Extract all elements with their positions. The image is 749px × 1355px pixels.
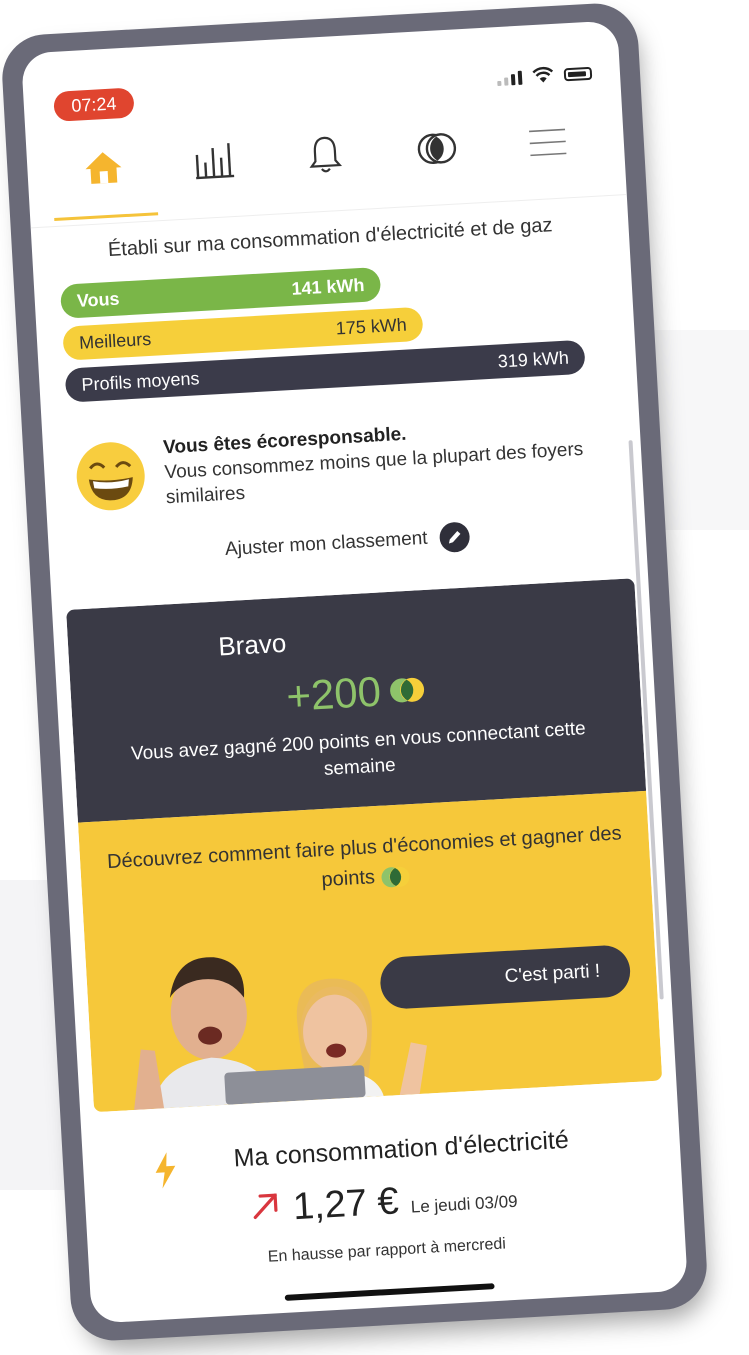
trend-up-arrow-icon [253, 1193, 278, 1219]
main-content: Établi sur ma consommation d'électricité… [31, 207, 686, 1287]
consumption-title: Ma consommation d'électricité [232, 1125, 570, 1173]
electricity-consumption[interactable]: Ma consommation d'électricité 1,27 € Le … [106, 1081, 660, 1285]
bell-icon [309, 136, 343, 173]
reward-title: Bravo [217, 627, 288, 662]
nav-home[interactable] [61, 130, 145, 204]
consumption-note: En hausse par rapport à mercredi [267, 1235, 507, 1266]
coin-icon [381, 866, 410, 887]
reward-promo: Découvrez comment faire plus d'économies… [77, 790, 663, 1113]
phone-frame: 07:24 Établi sur ma consommation d'élect… [0, 1, 710, 1343]
bar-profils-value: 319 kWh [497, 347, 570, 372]
reward-card: Bravo +200 Vous avez gagné 200 points en… [66, 578, 663, 1113]
signal-icon [497, 69, 523, 87]
hamburger-menu-icon [529, 128, 567, 157]
happy-couple-illustration [134, 957, 427, 1110]
nav-menu[interactable] [506, 105, 590, 179]
bar-chart-icon [195, 143, 235, 180]
nav-notifications[interactable] [284, 118, 368, 192]
bar-profils-label: Profils moyens [80, 368, 200, 395]
edit-icon [438, 521, 471, 554]
wifi-icon [532, 66, 554, 83]
coin-icon [389, 677, 424, 703]
grinning-face-icon [76, 441, 145, 510]
home-indicator[interactable] [284, 1283, 495, 1301]
bar-vous-label: Vous [76, 288, 121, 311]
comparison-bars: Vous 141 kWh Meilleurs 175 kWh Profils m… [59, 254, 613, 434]
reward-points-value: +200 [285, 667, 383, 720]
bar-meilleurs-label: Meilleurs [78, 328, 152, 353]
consumption-row: 1,27 € Le jeudi 03/09 [121, 1167, 648, 1239]
app-screen: 07:24 Établi sur ma consommation d'élect… [20, 20, 689, 1324]
home-icon [85, 152, 122, 184]
consumption-date: Le jeudi 03/09 [410, 1191, 519, 1217]
nav-points[interactable] [395, 111, 479, 185]
nav-stats[interactable] [172, 124, 256, 198]
consumption-value: 1,27 € [291, 1180, 400, 1229]
adjust-ranking-label: Ajuster mon classement [224, 527, 429, 561]
battery-icon [563, 66, 593, 81]
bar-meilleurs-value: 175 kWh [335, 314, 408, 339]
adjust-ranking-link[interactable]: Ajuster mon classement [74, 513, 620, 573]
reward-discover-label: Découvrez comment faire plus d'économies… [106, 822, 623, 892]
bar-vous-value: 141 kWh [290, 274, 365, 299]
lightning-icon [155, 1152, 176, 1189]
reward-banner: Bravo +200 Vous avez gagné 200 points en… [66, 578, 647, 823]
coin-icon [417, 133, 456, 165]
